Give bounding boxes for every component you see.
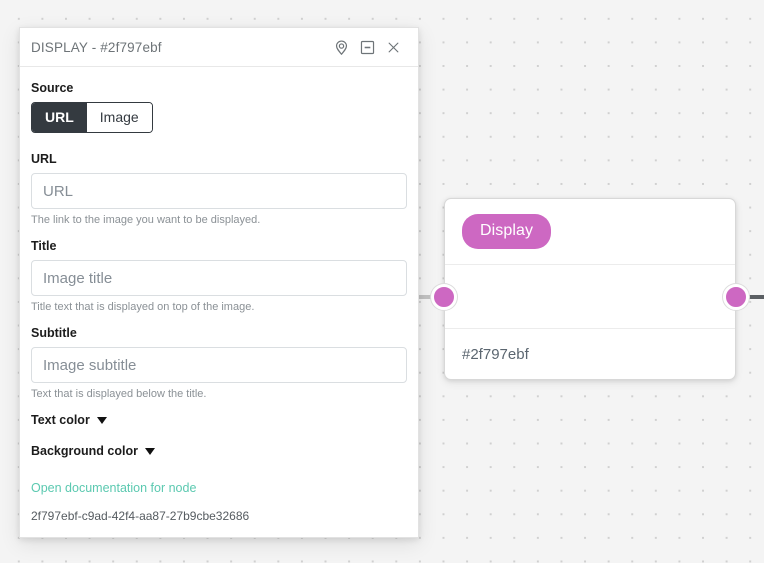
subtitle-helper-text: Text that is displayed below the title. xyxy=(31,388,207,401)
node-id-label: #2f797ebf xyxy=(462,345,529,363)
panel-title: DISPLAY - #2f797ebf xyxy=(31,39,162,55)
text-color-label: Text color xyxy=(31,413,90,428)
panel-footer: Open documentation for node 2f797ebf-c9a… xyxy=(20,481,418,537)
open-documentation-link[interactable]: Open documentation for node xyxy=(31,481,407,495)
background-color-dropdown[interactable]: Background color xyxy=(31,444,407,458)
close-panel-button[interactable] xyxy=(380,34,406,60)
node-card[interactable]: Display #2f797ebf xyxy=(444,198,736,380)
flow-node-display[interactable]: Display #2f797ebf xyxy=(412,198,764,380)
node-type-badge: Display xyxy=(462,214,552,249)
chevron-down-icon xyxy=(144,447,155,455)
url-helper-text: The link to the image you want to be dis… xyxy=(31,214,261,227)
panel-body: Source URL Image URL The link to the ima… xyxy=(20,67,418,481)
chevron-down-icon xyxy=(96,416,107,424)
title-helper-text: Title text that is displayed on top of t… xyxy=(31,301,255,314)
text-color-dropdown[interactable]: Text color xyxy=(31,413,407,427)
source-label: Source xyxy=(31,81,74,95)
node-settings-panel[interactable]: DISPLAY - #2f797ebf Source URL Image URL… xyxy=(19,27,419,538)
node-input-port[interactable] xyxy=(431,284,457,310)
subtitle-label: Subtitle xyxy=(31,326,77,341)
title-label: Title xyxy=(31,239,57,254)
node-footer: #2f797ebf xyxy=(445,329,735,379)
url-label: URL xyxy=(31,152,57,167)
node-output-port[interactable] xyxy=(723,284,749,310)
background-color-label: Background color xyxy=(31,444,138,459)
node-body xyxy=(445,265,735,329)
close-icon xyxy=(386,40,401,55)
title-input[interactable] xyxy=(31,260,407,297)
url-input[interactable] xyxy=(31,173,407,210)
source-option-image[interactable]: Image xyxy=(86,103,152,133)
node-uuid-text: 2f797ebf-c9ad-42f4-aa87-27b9cbe32686 xyxy=(31,509,250,523)
panel-header: DISPLAY - #2f797ebf xyxy=(20,28,418,67)
minimize-icon xyxy=(359,39,376,56)
subtitle-input[interactable] xyxy=(31,347,407,384)
location-pin-icon xyxy=(333,39,350,56)
source-option-url[interactable]: URL xyxy=(32,103,87,133)
node-header: Display xyxy=(445,199,735,265)
minimize-panel-button[interactable] xyxy=(354,34,380,60)
source-toggle-group[interactable]: URL Image xyxy=(31,102,153,134)
locate-node-button[interactable] xyxy=(328,34,354,60)
